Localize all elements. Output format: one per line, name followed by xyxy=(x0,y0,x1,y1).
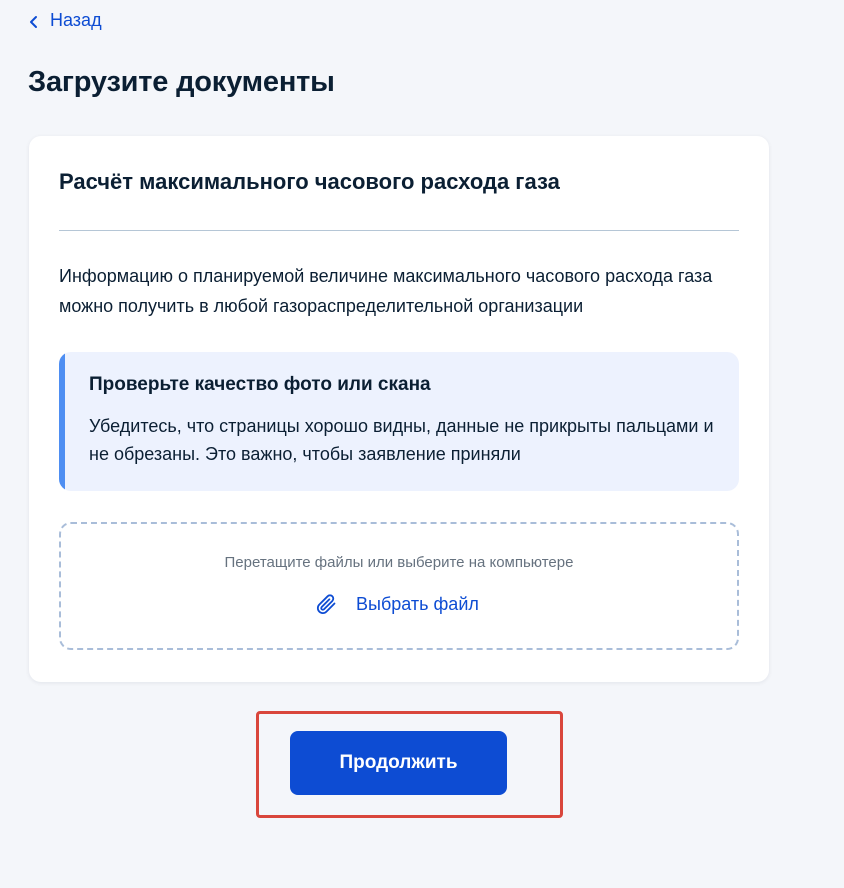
card-divider xyxy=(59,230,739,231)
back-link[interactable]: Назад xyxy=(28,8,102,32)
notice-text: Убедитесь, что страницы хорошо видны, да… xyxy=(89,416,714,464)
continue-button[interactable]: Продолжить xyxy=(290,731,507,795)
page-title: Загрузите документы xyxy=(28,66,335,98)
notice-accent-bar xyxy=(59,352,65,491)
paperclip-icon xyxy=(314,592,338,616)
chevron-left-icon xyxy=(28,13,40,28)
card-title: Расчёт максимального часового расхода га… xyxy=(59,169,560,194)
back-link-label: Назад xyxy=(50,9,102,30)
notice-title: Проверьте качество фото или скана xyxy=(89,374,431,395)
quality-notice: Проверьте качество фото или скана Убедит… xyxy=(59,352,739,491)
choose-file-button[interactable]: Выбрать файл xyxy=(314,592,479,616)
dropzone-hint: Перетащите файлы или выберите на компьют… xyxy=(224,554,574,571)
choose-file-label: Выбрать файл xyxy=(356,593,479,614)
document-card: Расчёт максимального часового расхода га… xyxy=(29,136,769,682)
card-info-text: Информацию о планируемой величине максим… xyxy=(59,266,713,316)
file-dropzone[interactable]: Перетащите файлы или выберите на компьют… xyxy=(59,522,739,650)
